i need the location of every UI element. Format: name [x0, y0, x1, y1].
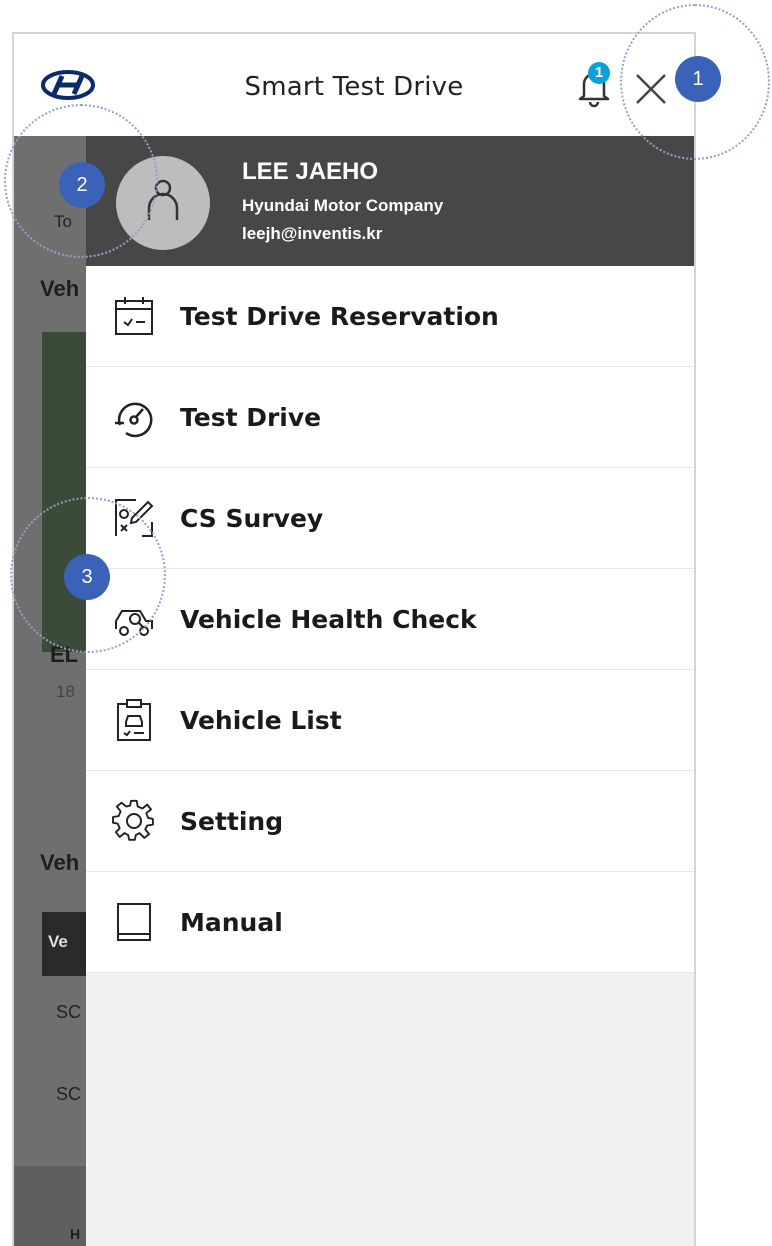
menu-item-label: Test Drive: [180, 403, 322, 432]
menu-item-label: Vehicle List: [180, 706, 342, 735]
menu-item-vehicle-list[interactable]: Vehicle List: [86, 670, 694, 771]
profile-header: LEE JAEHO Hyundai Motor Company leejh@in…: [86, 136, 694, 266]
calendar-icon: [115, 297, 153, 335]
bg-section-title-2: Veh: [40, 850, 80, 875]
menu-item-test-drive[interactable]: Test Drive: [86, 367, 694, 468]
menu-item-setting[interactable]: Setting: [86, 771, 694, 872]
menu-item-label: CS Survey: [180, 504, 324, 533]
bg-section-title: Veh: [40, 276, 80, 301]
speedometer-icon: [115, 402, 153, 438]
menu-item-cs-survey[interactable]: CS Survey: [86, 468, 694, 569]
book-icon: [117, 903, 151, 941]
annotation-marker-3: 3: [64, 554, 110, 600]
bg-vehicle-number: 18: [56, 682, 75, 701]
bg-table-header-text: Ve: [48, 932, 68, 951]
annotation-marker-2: 2: [59, 162, 105, 208]
bg-table-cell: SC: [56, 1002, 82, 1022]
menu-item-vehicle-health-check[interactable]: Vehicle Health Check: [86, 569, 694, 670]
notification-badge: 1: [588, 62, 610, 84]
user-company: Hyundai Motor Company: [242, 196, 444, 215]
drawer-menu: Test Drive Reservation Test Drive CS Sur…: [86, 266, 694, 973]
user-name: LEE JAEHO: [242, 158, 379, 185]
annotation-marker-1: 1: [675, 56, 721, 102]
menu-item-manual[interactable]: Manual: [86, 872, 694, 973]
bg-home-label: H: [70, 1226, 81, 1242]
menu-item-label: Setting: [180, 807, 284, 836]
menu-item-label: Test Drive Reservation: [180, 302, 499, 331]
gear-icon: [112, 799, 154, 841]
menu-item-label: Manual: [180, 908, 283, 937]
bg-table-cell: SC: [56, 1084, 82, 1104]
menu-item-label: Vehicle Health Check: [180, 605, 477, 634]
clipboard-car-icon: [117, 699, 151, 741]
side-drawer: LEE JAEHO Hyundai Motor Company leejh@in…: [86, 136, 694, 1246]
user-email: leejh@inventis.kr: [242, 224, 383, 243]
menu-item-test-drive-reservation[interactable]: Test Drive Reservation: [86, 266, 694, 367]
